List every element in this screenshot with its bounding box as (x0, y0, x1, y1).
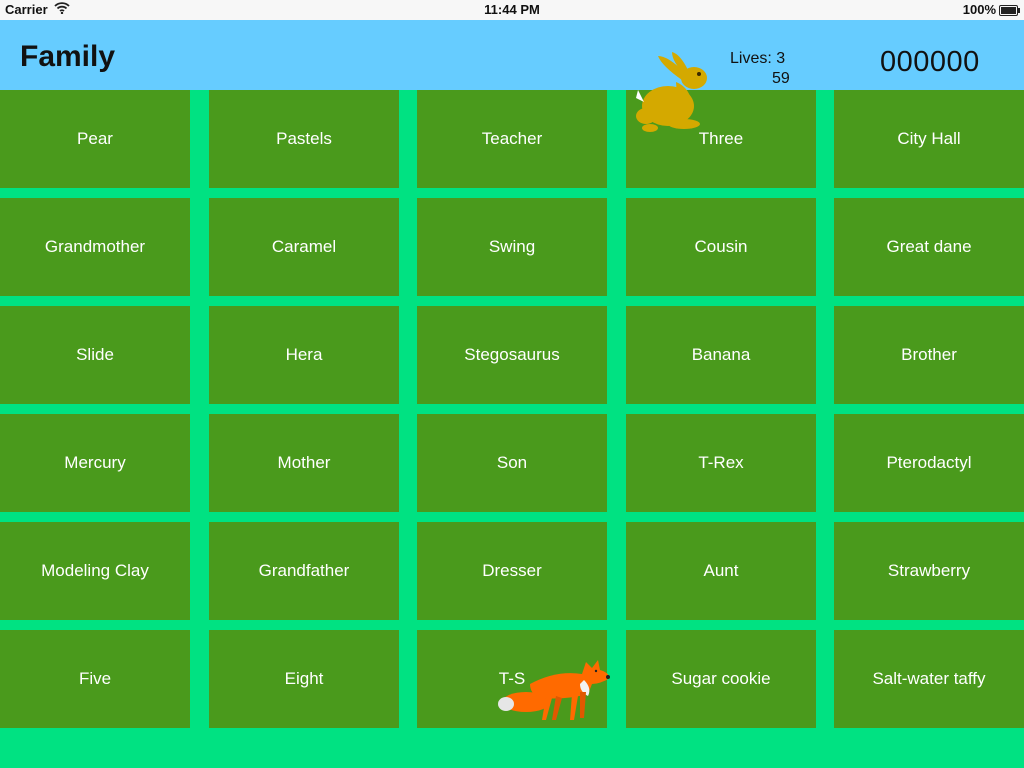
rabbit-icon (636, 52, 707, 132)
word-tile[interactable]: City Hall (834, 90, 1024, 188)
word-tile[interactable]: Teacher (417, 90, 607, 188)
word-tile[interactable]: Grandfather (209, 522, 399, 620)
word-tile[interactable]: Modeling Clay (0, 522, 190, 620)
word-tile[interactable]: Pterodactyl (834, 414, 1024, 512)
word-tile[interactable]: Banana (626, 306, 816, 404)
word-tile[interactable]: Sugar cookie (626, 630, 816, 728)
word-tile[interactable]: Eight (209, 630, 399, 728)
game-header: Family Lives: 3 59 000000 (0, 20, 1024, 90)
lives-counter: Lives: 3 (730, 50, 786, 67)
word-tile[interactable]: Aunt (626, 522, 816, 620)
word-tile[interactable]: Mercury (0, 414, 190, 512)
word-tile[interactable]: Brother (834, 306, 1024, 404)
word-tile[interactable]: Swing (417, 198, 607, 296)
fox-icon (498, 660, 610, 720)
word-tile[interactable]: Grandmother (0, 198, 190, 296)
word-tile[interactable]: Cousin (626, 198, 816, 296)
word-tile[interactable]: Pastels (209, 90, 399, 188)
word-tile[interactable]: Five (0, 630, 190, 728)
status-bar: Carrier 11:44 PM 100% (0, 0, 1024, 20)
word-tile[interactable]: T-Rex (626, 414, 816, 512)
word-tile[interactable]: Pear (0, 90, 190, 188)
category-title: Family (20, 40, 116, 73)
word-tile[interactable]: Caramel (209, 198, 399, 296)
word-tile[interactable]: Hera (209, 306, 399, 404)
word-tile[interactable]: Salt-water taffy (834, 630, 1024, 728)
word-tile[interactable]: Great dane (834, 198, 1024, 296)
word-tile[interactable]: Slide (0, 306, 190, 404)
word-tile[interactable]: Stegosaurus (417, 306, 607, 404)
timer: 59 (772, 70, 790, 87)
word-tile[interactable]: Mother (209, 414, 399, 512)
clock: 11:44 PM (484, 2, 540, 17)
word-tile[interactable]: Strawberry (834, 522, 1024, 620)
score: 000000 (880, 46, 980, 78)
battery-percent: 100% (962, 2, 996, 17)
battery-icon (999, 5, 1020, 16)
word-tile[interactable]: Dresser (417, 522, 607, 620)
word-tile[interactable]: Son (417, 414, 607, 512)
